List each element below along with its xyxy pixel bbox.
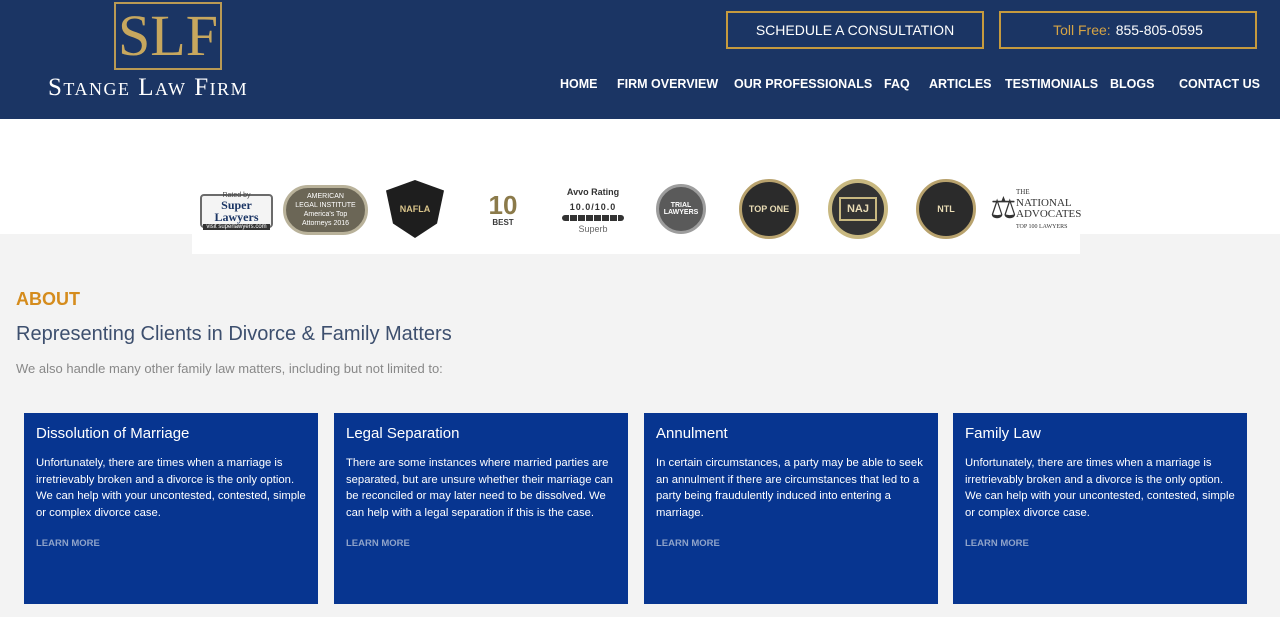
toll-free-label: Toll Free: [1053, 22, 1111, 38]
schedule-consultation-button[interactable]: SCHEDULE A CONSULTATION [726, 11, 984, 49]
service-card-family-law: Family Law Unfortunately, there are time… [953, 413, 1247, 604]
card-body: Unfortunately, there are times when a ma… [965, 457, 1235, 520]
service-card-dissolution: Dissolution of Marriage Unfortunately, t… [24, 413, 318, 604]
toll-free-number: 855-805-0595 [1115, 22, 1203, 38]
nav-blogs[interactable]: BLOGS [1110, 77, 1154, 91]
naj-badge: NAJ [828, 179, 888, 239]
section-label: ABOUT [16, 289, 80, 309]
logo-mark: SLF [114, 2, 222, 70]
super-lawyers-badge[interactable]: Rated by Super Lawyers visit superlawyer… [200, 192, 273, 230]
card-body: There are some instances where married p… [346, 457, 613, 520]
service-card-legal-separation: Legal Separation There are some instance… [334, 413, 628, 604]
nav-contact-us[interactable]: CONTACT US [1179, 77, 1260, 91]
section-title: Representing Clients in Divorce & Family… [16, 323, 452, 345]
rating-bar [562, 214, 624, 221]
section-subtitle: We also handle many other family law mat… [16, 361, 443, 376]
ali-badge: AMERICAN LEGAL INSTITUTE America's Top A… [283, 185, 368, 235]
justice-figure-icon: ⚖ [990, 192, 1017, 225]
learn-more-link[interactable]: LEARN MORE [346, 538, 410, 549]
national-advocates-badge: ⚖ THE NATIONAL ADVOCATES TOP 100 LAWYERS [990, 181, 1082, 237]
card-title: Legal Separation [346, 425, 460, 442]
toll-free-button[interactable]: Toll Free: 855-805-0595 [999, 11, 1257, 49]
trial-lawyers-badge: TRIAL LAWYERS [656, 184, 706, 234]
main-nav: HOME FIRM OVERVIEW OUR PROFESSIONALS FAQ… [0, 77, 1280, 93]
nav-firm-overview[interactable]: FIRM OVERVIEW [617, 77, 718, 91]
learn-more-link[interactable]: LEARN MORE [36, 538, 100, 549]
top-one-percent-badge: TOP ONE [739, 179, 799, 239]
learn-more-link[interactable]: LEARN MORE [965, 538, 1029, 549]
badges-band [0, 119, 1280, 234]
nav-home[interactable]: HOME [560, 77, 598, 91]
ntl-badge: NTL [916, 179, 976, 239]
learn-more-link[interactable]: LEARN MORE [656, 538, 720, 549]
shield-icon: NAFLA [386, 180, 444, 238]
nav-our-professionals[interactable]: OUR PROFESSIONALS [734, 77, 872, 91]
avvo-rating-badge: Avvo Rating 10.0/10.0 Superb [560, 185, 626, 235]
site-header: SLF Stange Law Firm SCHEDULE A CONSULTAT… [0, 0, 1280, 119]
card-title: Family Law [965, 425, 1041, 442]
card-title: Annulment [656, 425, 728, 442]
service-card-annulment: Annulment In certain circumstances, a pa… [644, 413, 938, 604]
ten-best-badge: 10 BEST [488, 189, 518, 227]
nafla-badge: NAFLA [380, 180, 450, 238]
nav-articles[interactable]: ARTICLES [929, 77, 992, 91]
nav-faq[interactable]: FAQ [884, 77, 910, 91]
nav-testimonials[interactable]: TESTIMONIALS [1005, 77, 1098, 91]
card-body: Unfortunately, there are times when a ma… [36, 457, 306, 520]
card-body: In certain circumstances, a party may be… [656, 457, 923, 520]
card-title: Dissolution of Marriage [36, 425, 190, 442]
